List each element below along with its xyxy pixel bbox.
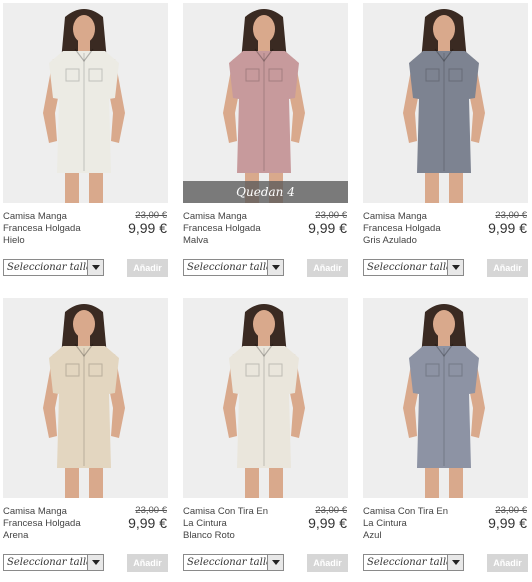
product-photo[interactable] <box>3 3 168 203</box>
size-select-value: Seleccionar talla <box>7 262 93 273</box>
model-figure <box>43 304 125 498</box>
model-face <box>73 15 95 43</box>
chevron-down-icon[interactable] <box>447 555 463 570</box>
size-select[interactable]: Seleccionar talla <box>363 554 464 571</box>
model-figure <box>403 304 485 498</box>
size-select-value: Seleccionar talla <box>367 557 453 568</box>
product-name[interactable]: Camisa Con Tira En La Cintura Azul <box>363 506 455 542</box>
size-select[interactable]: Seleccionar talla <box>3 259 104 276</box>
size-select[interactable]: Seleccionar talla <box>3 554 104 571</box>
add-to-cart-button[interactable]: Añadir <box>307 554 348 572</box>
size-select-value: Seleccionar talla <box>187 557 273 568</box>
product-photo[interactable] <box>183 298 348 498</box>
chevron-down-icon[interactable] <box>447 260 463 275</box>
product-card: Camisa Manga Francesa Holgada Gris Azula… <box>363 3 528 283</box>
add-to-cart-button[interactable]: Añadir <box>487 259 528 277</box>
size-select[interactable]: Seleccionar talla <box>363 259 464 276</box>
product-card: Camisa Con Tira En La Cintura Azul 23,00… <box>363 298 528 578</box>
sale-price: 9,99 € <box>308 220 347 236</box>
product-photo[interactable] <box>363 3 528 203</box>
product-name[interactable]: Camisa Manga Francesa Holgada Hielo <box>3 211 95 247</box>
add-to-cart-button[interactable]: Añadir <box>307 259 348 277</box>
product-card: Camisa Con Tira En La Cintura Blanco Rot… <box>183 298 348 578</box>
product-card: Camisa Manga Francesa Holgada Hielo 23,0… <box>3 3 168 283</box>
product-name[interactable]: Camisa Manga Francesa Holgada Arena <box>3 506 95 542</box>
chevron-down-icon[interactable] <box>87 555 103 570</box>
model-face <box>433 15 455 43</box>
add-to-cart-button[interactable]: Añadir <box>127 554 168 572</box>
product-grid: Camisa Manga Francesa Holgada Hielo 23,0… <box>3 3 529 579</box>
product-name[interactable]: Camisa Manga Francesa Holgada Gris Azula… <box>363 211 455 247</box>
size-select[interactable]: Seleccionar talla <box>183 259 284 276</box>
stock-banner: Quedan 4 <box>183 181 348 203</box>
model-figure <box>223 304 305 498</box>
chevron-down-icon[interactable] <box>267 260 283 275</box>
product-card: Camisa Manga Francesa Holgada Arena 23,0… <box>3 298 168 578</box>
size-select-value: Seleccionar talla <box>7 557 93 568</box>
chevron-down-icon[interactable] <box>87 260 103 275</box>
sale-price: 9,99 € <box>308 515 347 531</box>
sale-price: 9,99 € <box>128 515 167 531</box>
sale-price: 9,99 € <box>488 515 527 531</box>
product-photo[interactable] <box>363 298 528 498</box>
model-figure <box>43 9 125 203</box>
sale-price: 9,99 € <box>488 220 527 236</box>
product-card: Quedan 4 Camisa Manga Francesa Holgada M… <box>183 3 348 283</box>
model-face <box>253 15 275 43</box>
sale-price: 9,99 € <box>128 220 167 236</box>
product-name[interactable]: Camisa Manga Francesa Holgada Malva <box>183 211 275 247</box>
size-select[interactable]: Seleccionar talla <box>183 554 284 571</box>
model-figure <box>403 9 485 203</box>
product-photo[interactable]: Quedan 4 <box>183 3 348 203</box>
model-face <box>73 310 95 338</box>
product-photo[interactable] <box>3 298 168 498</box>
model-face <box>253 310 275 338</box>
chevron-down-icon[interactable] <box>267 555 283 570</box>
product-name[interactable]: Camisa Con Tira En La Cintura Blanco Rot… <box>183 506 275 542</box>
model-figure <box>223 9 305 203</box>
size-select-value: Seleccionar talla <box>187 262 273 273</box>
add-to-cart-button[interactable]: Añadir <box>487 554 528 572</box>
add-to-cart-button[interactable]: Añadir <box>127 259 168 277</box>
size-select-value: Seleccionar talla <box>367 262 453 273</box>
model-face <box>433 310 455 338</box>
